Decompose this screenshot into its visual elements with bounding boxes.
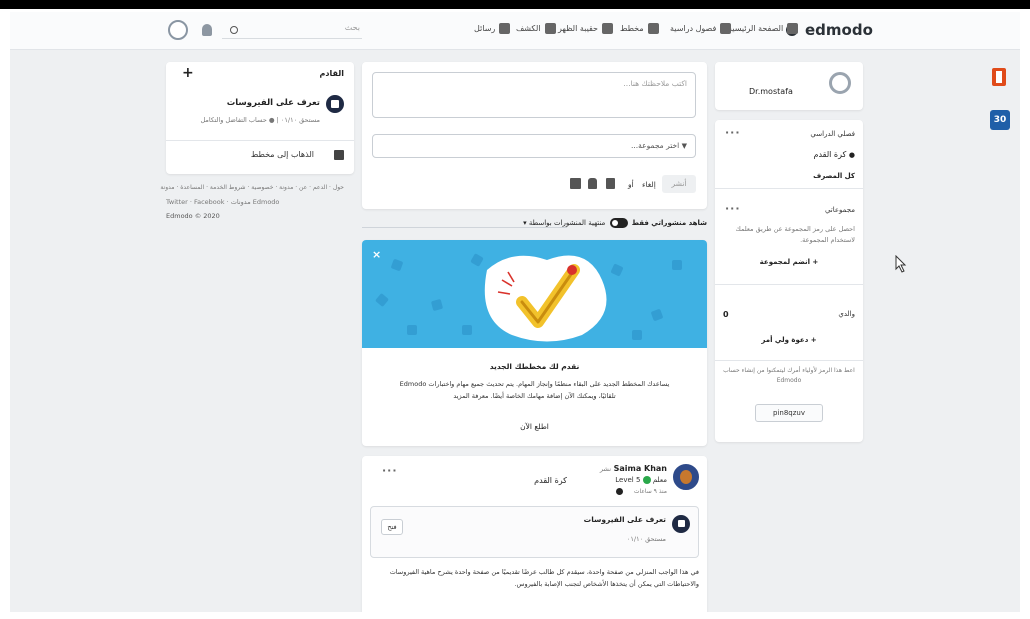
- post-author-suffix: نشر: [599, 465, 612, 473]
- chevron-down-icon: ▼: [681, 142, 687, 150]
- filter-label: شاهد منشوراتي فقط: [631, 219, 707, 227]
- parents-title: والدي: [838, 310, 855, 318]
- invite-parent-button[interactable]: + دعوة ولي أمر: [725, 336, 853, 344]
- nav-discover[interactable]: الكشف: [516, 23, 556, 34]
- promo-body: يساعدك المخطط الجديد على البقاء منظمًا و…: [399, 380, 670, 400]
- nav-messages[interactable]: رسائل: [474, 23, 511, 34]
- post-role: معلم: [652, 476, 667, 484]
- backpack-icon: [601, 23, 613, 34]
- post-level: Level 5: [615, 476, 641, 484]
- post-time: منذ ٩ ساعات: [633, 488, 667, 495]
- note-input[interactable]: اكتب ملاحظتك هنا...: [372, 72, 696, 118]
- profile-avatar[interactable]: [829, 72, 851, 94]
- upcoming-event-meta: مستحق ٠١/١٠ | ● حساب التفاضل والتكامل: [200, 116, 320, 124]
- planner-link[interactable]: الذهاب إلى مخطط: [251, 150, 314, 159]
- assignment-icon: [326, 95, 344, 113]
- attach-file-icon[interactable]: [606, 178, 615, 189]
- image-icon[interactable]: [570, 178, 581, 189]
- group-select[interactable]: ▼ اختر مجموعة...: [372, 134, 696, 158]
- filter-toggle[interactable]: [609, 218, 628, 228]
- nav-planner[interactable]: مخطط: [620, 23, 659, 34]
- upcoming-title: القادم: [319, 69, 344, 78]
- author-avatar[interactable]: [673, 464, 699, 490]
- post-role-line: معلم Level 5: [615, 476, 667, 484]
- classes-more-icon[interactable]: ···: [725, 126, 741, 139]
- filter-divider: [362, 227, 567, 228]
- planner-icon: [647, 23, 659, 34]
- class-item[interactable]: ● كرة القدم: [814, 150, 855, 159]
- promo-cta-link[interactable]: اطلع الآن: [382, 422, 687, 431]
- assignment-attachment-icon: [672, 515, 690, 533]
- upcoming-card: القادم + تعرف على الفيروسات مستحق ٠١/١٠ …: [166, 62, 354, 174]
- send-button[interactable]: أنشر: [662, 175, 696, 193]
- edmodo-page: edmodo الصفحة الرئيسية فصول دراسية مخطط …: [10, 12, 1020, 612]
- cancel-button[interactable]: إلغاء: [642, 180, 656, 189]
- classes-groups-card: فصلي الدراسي ··· ● كرة القدم كل المصرف م…: [715, 120, 863, 442]
- post-author[interactable]: Saima Khan: [614, 464, 667, 473]
- parents-count: 0: [723, 310, 729, 319]
- class-dot-icon: ●: [848, 151, 855, 159]
- classes-title: فصلي الدراسي: [810, 130, 855, 138]
- post-text: في هذا الواجب المنزلي من صفحة واحدة، سيق…: [389, 568, 699, 588]
- parent-code[interactable]: pin8qzuv: [755, 404, 823, 422]
- assignment-attachment[interactable]: تعرف على الفيروسات مستحق ٠١/١٠ فتح: [370, 506, 699, 558]
- parents-note: اعط هذا الرمز لأولياء أمرك ليتمكنوا من إ…: [723, 367, 855, 384]
- open-assignment-button[interactable]: فتح: [381, 519, 403, 535]
- promo-banner: ×: [362, 240, 707, 348]
- profile-name[interactable]: Dr.mostafa: [749, 87, 793, 96]
- profile-card: Dr.mostafa: [715, 62, 863, 110]
- library-icon[interactable]: [588, 178, 597, 189]
- search-input[interactable]: بحث: [222, 23, 362, 39]
- join-group-button[interactable]: + انضم لمجموعة: [725, 258, 853, 266]
- planner-promo-card: × نقدم لك مخططك الجديد يساعدك المخطط الج…: [362, 240, 707, 446]
- upcoming-event-title[interactable]: تعرف على الفيروسات: [227, 98, 320, 108]
- office-app-icon[interactable]: [992, 68, 1006, 86]
- view-all-classes[interactable]: كل المصرف: [813, 172, 855, 180]
- promo-title: نقدم لك مخططك الجديد: [489, 362, 580, 371]
- groups-title: مجموعاتي: [824, 206, 855, 214]
- post-audience[interactable]: كرة القدم: [534, 476, 567, 485]
- groups-more-icon[interactable]: ···: [725, 202, 741, 215]
- verified-icon: [642, 476, 651, 484]
- globe-icon: [616, 488, 623, 495]
- classes-icon: [720, 23, 732, 34]
- footer-social[interactable]: Twitter · Facebook · مدونات Edmodo: [166, 198, 279, 206]
- nav-backpack[interactable]: حقيبة الظهر: [558, 23, 613, 34]
- edmodo-logo[interactable]: edmodo: [805, 21, 873, 39]
- copyright: Edmodo © 2020: [166, 212, 220, 220]
- or-label: أو: [628, 180, 634, 189]
- classes-divider: [715, 188, 863, 189]
- planner-link-icon: [334, 150, 344, 160]
- discover-icon: [544, 23, 556, 34]
- calendar-app-icon[interactable]: 30: [990, 110, 1010, 130]
- close-icon[interactable]: ×: [372, 248, 381, 261]
- upcoming-divider: [166, 140, 354, 141]
- assignment-attachment-due: مستحق ٠١/١٠: [626, 535, 666, 543]
- parents-divider: [715, 360, 863, 361]
- nav-classes[interactable]: فصول دراسية: [670, 23, 732, 34]
- top-navigation: edmodo الصفحة الرئيسية فصول دراسية مخطط …: [10, 12, 1020, 50]
- groups-text: احصل على رمز المجموعة عن طريق معلمك لاست…: [735, 225, 855, 244]
- post-more-icon[interactable]: ···: [382, 464, 398, 477]
- mouse-cursor-icon: [895, 255, 907, 273]
- window-top-bar: [0, 0, 1030, 9]
- composer-card: اكتب ملاحظتك هنا... ▼ اختر مجموعة... أنش…: [362, 62, 707, 209]
- post-card: Saima Khan نشر معلم Level 5 منذ ٩ ساعات …: [362, 456, 707, 612]
- post-author-line: Saima Khan نشر: [600, 464, 667, 473]
- search-icon[interactable]: [230, 26, 238, 34]
- assignment-attachment-title: تعرف على الفيروسات: [583, 515, 666, 524]
- filter-row: شاهد منشوراتي فقط منتهية المنشورات بواسط…: [362, 218, 707, 232]
- user-avatar[interactable]: [168, 20, 188, 40]
- promo-illustration: [375, 253, 682, 342]
- nav-home[interactable]: الصفحة الرئيسية: [728, 23, 799, 34]
- add-icon[interactable]: +: [182, 65, 194, 81]
- messages-icon: [499, 23, 511, 34]
- home-icon: [787, 23, 799, 34]
- notifications-icon[interactable]: [202, 24, 212, 36]
- footer-links[interactable]: حول · الدعم · عن · مدونة · خصوصية · شروط…: [160, 184, 344, 191]
- filter-sort-dropdown[interactable]: منتهية المنشورات بواسطة ▾: [523, 219, 605, 227]
- groups-divider: [715, 284, 863, 285]
